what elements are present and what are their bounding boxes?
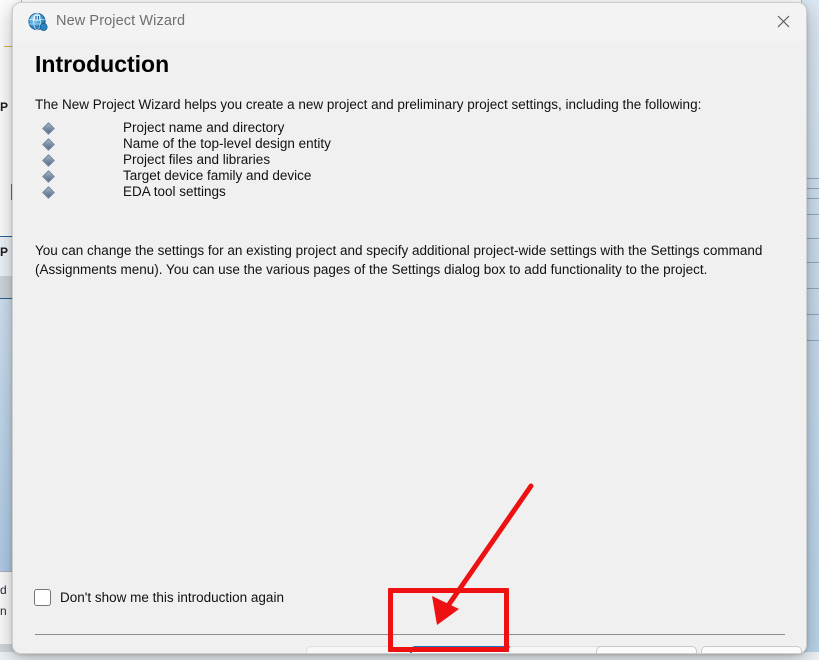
footer-divider xyxy=(35,634,785,635)
diamond-bullet-icon xyxy=(42,170,55,183)
dialog-body: Introduction The New Project Wizard help… xyxy=(13,41,806,653)
finish-button[interactable]: Finish xyxy=(508,646,608,653)
dont-show-again-checkbox[interactable] xyxy=(34,589,51,606)
next-button[interactable]: Next > xyxy=(410,646,513,653)
list-item: EDA tool settings xyxy=(35,184,635,200)
diamond-bullet-icon xyxy=(42,138,55,151)
list-item-label: Name of the top-level design entity xyxy=(123,136,331,151)
list-item: Project name and directory xyxy=(35,120,635,136)
dialog-titlebar: New Project Wizard xyxy=(13,3,806,41)
dont-show-again-row[interactable]: Don't show me this introduction again xyxy=(34,589,284,606)
list-item-label: EDA tool settings xyxy=(123,184,226,199)
dialog-title: New Project Wizard xyxy=(56,13,186,29)
list-item: Project files and libraries xyxy=(35,152,635,168)
new-project-wizard-dialog: New Project Wizard Introduction The New … xyxy=(12,2,807,654)
cancel-button[interactable]: Cancel xyxy=(596,646,697,653)
quartus-globe-icon xyxy=(28,12,48,32)
help-button[interactable]: Help xyxy=(701,646,802,653)
diamond-bullet-icon xyxy=(42,122,55,135)
back-button[interactable]: < Back xyxy=(306,646,397,653)
list-item-label: Project name and directory xyxy=(123,120,285,135)
dialog-button-bar: < Back Next > Finish Cancel Help xyxy=(13,646,806,653)
list-item-label: Target device family and device xyxy=(123,168,312,183)
feature-list: Project name and directory Name of the t… xyxy=(35,120,635,200)
diamond-bullet-icon xyxy=(42,154,55,167)
dont-show-again-label: Don't show me this introduction again xyxy=(60,590,284,605)
intro-paragraph: The New Project Wizard helps you create … xyxy=(35,97,702,112)
list-item-label: Project files and libraries xyxy=(123,152,271,167)
list-item: Name of the top-level design entity xyxy=(35,136,635,152)
settings-paragraph: You can change the settings for an exist… xyxy=(35,243,763,277)
list-item: Target device family and device xyxy=(35,168,635,184)
diamond-bullet-icon xyxy=(42,186,55,199)
page-title: Introduction xyxy=(35,51,170,77)
close-icon[interactable] xyxy=(760,3,806,39)
